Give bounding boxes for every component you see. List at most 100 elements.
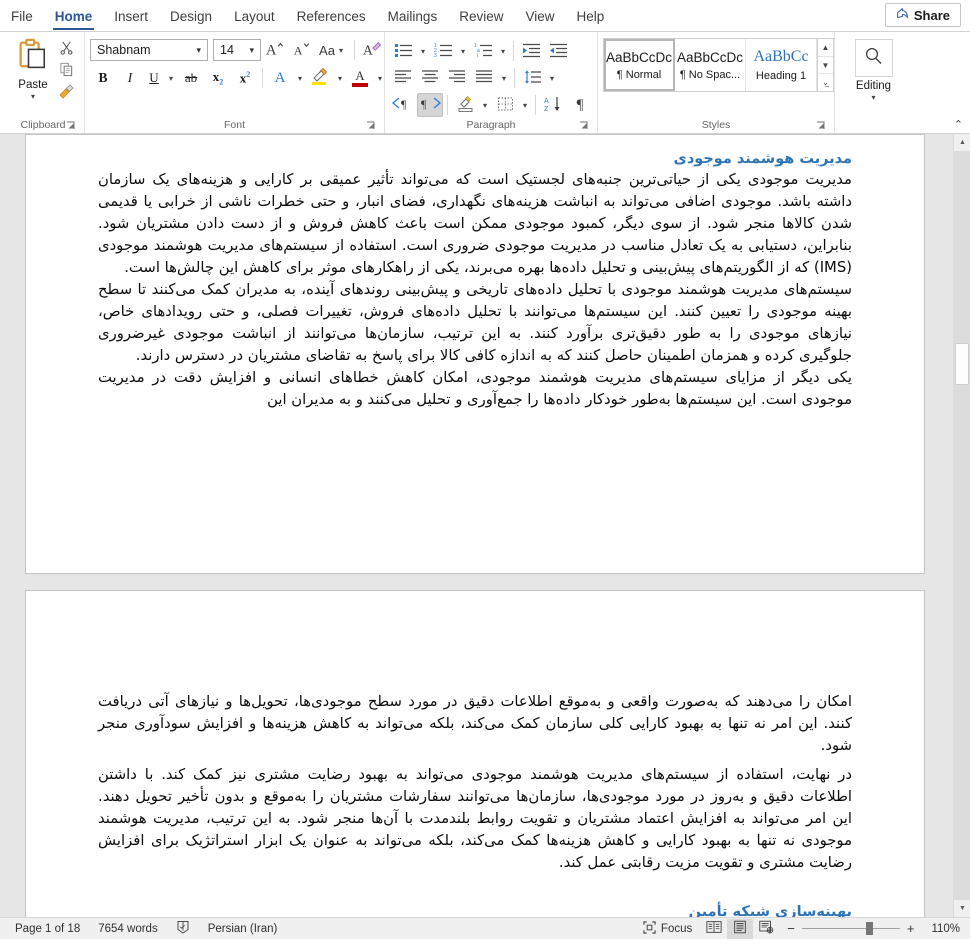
subscript-button[interactable]: x2 [205,66,231,90]
shrink-font-button[interactable]: A [289,38,315,62]
style-item-normal[interactable]: AaBbCcDc ¶ Normal [604,39,675,91]
status-word-count[interactable]: 7654 words [89,918,166,939]
zoom-slider[interactable]: − + [779,921,922,936]
divider [535,95,536,115]
show-formatting-marks-button[interactable]: ¶ [567,93,593,117]
underline-options-chevron-down-icon[interactable]: ▾ [165,74,177,83]
tab-review[interactable]: Review [448,1,514,31]
tab-references[interactable]: References [286,1,377,31]
highlight-chevron-down-icon[interactable]: ▾ [334,74,346,83]
align-left-button[interactable] [390,66,416,90]
paragraph-dialog-launcher[interactable] [579,121,590,132]
italic-button[interactable]: I [117,66,143,90]
status-proofing[interactable] [167,918,199,939]
chevron-down-icon[interactable]: ▾ [245,45,258,56]
font-name-combobox[interactable]: Shabnam ▾ [90,39,208,61]
text-effects-chevron-down-icon[interactable]: ▾ [294,74,306,83]
vertical-scrollbar[interactable]: ▲ ▼ [953,134,970,917]
line-spacing-button[interactable] [519,66,545,90]
increase-indent-icon [549,42,568,61]
multilevel-list-button[interactable]: 1ai [470,39,496,63]
strikethrough-button[interactable]: ab [178,66,204,90]
decrease-indent-button[interactable] [518,39,544,63]
tab-mailings[interactable]: Mailings [377,1,449,31]
chevron-down-icon[interactable]: ▾ [871,94,875,102]
font-dialog-launcher[interactable] [366,121,377,132]
rtl-text-direction-button[interactable]: ¶ [417,93,443,117]
zoom-out-button[interactable]: − [787,921,795,936]
borders-button[interactable] [492,93,518,117]
grow-font-button[interactable]: A [262,38,288,62]
scroll-up-button[interactable]: ▲ [954,134,970,151]
status-page-info[interactable]: Page 1 of 18 [6,918,89,939]
format-painter-button[interactable] [55,83,77,104]
line-spacing-chevron-down-icon[interactable]: ▾ [546,74,558,83]
share-button[interactable]: Share [884,3,961,27]
tab-view[interactable]: View [514,1,565,31]
numbering-button[interactable]: 123 [430,39,456,63]
bullets-chevron-down-icon[interactable]: ▾ [417,47,429,56]
tab-help[interactable]: Help [566,1,616,31]
style-item-no-spacing[interactable]: AaBbCcDc ¶ No Spac... [675,39,746,91]
web-layout-button[interactable] [753,919,779,939]
focus-label: Focus [660,922,693,935]
bold-button[interactable]: B [90,66,116,90]
multilevel-chevron-down-icon[interactable]: ▾ [497,47,509,56]
tab-design[interactable]: Design [159,1,223,31]
tab-insert[interactable]: Insert [103,1,159,31]
status-focus-button[interactable]: Focus [634,918,701,939]
scroll-down-button[interactable]: ▼ [954,900,970,917]
cut-button[interactable] [55,40,77,60]
zoom-level-button[interactable]: 110% [922,918,964,939]
shading-chevron-down-icon[interactable]: ▾ [479,101,491,110]
editing-button[interactable]: Editing ▾ [854,39,893,102]
clear-formatting-button[interactable]: A [359,38,385,62]
styles-more-button[interactable]: ⌄̲ [818,73,833,91]
font-size-combobox[interactable]: 14 ▾ [213,39,261,61]
styles-dialog-launcher[interactable] [816,121,827,132]
collapse-ribbon-button[interactable]: ⌃ [954,118,963,131]
scrollbar-thumb[interactable] [955,343,969,385]
chevron-down-icon[interactable]: ▾ [31,93,35,101]
borders-chevron-down-icon[interactable]: ▾ [519,101,531,110]
style-item-heading-1[interactable]: AaBbCc Heading 1 [746,39,817,91]
read-mode-button[interactable] [701,919,727,939]
status-bar: Page 1 of 18 7654 words Persian (Iran) F… [0,917,970,939]
status-language[interactable]: Persian (Iran) [199,918,287,939]
styles-gallery: AaBbCcDc ¶ Normal AaBbCcDc ¶ No Spac... … [603,38,834,92]
scrollbar-track[interactable] [954,151,970,900]
zoom-in-button[interactable]: + [907,921,915,936]
zoom-thumb[interactable] [865,922,873,935]
change-case-button[interactable]: Aa ▾ [316,38,350,62]
chevron-down-icon[interactable]: ▾ [192,45,205,56]
numbering-chevron-down-icon[interactable]: ▾ [457,47,469,56]
font-color-button[interactable]: A [347,66,373,90]
share-label: Share [913,7,950,23]
justify-button[interactable] [471,66,497,90]
superscript-button[interactable]: x2 [232,66,258,90]
align-center-button[interactable] [417,66,443,90]
underline-button[interactable]: U [144,66,164,90]
clipboard-dialog-launcher[interactable] [66,121,77,132]
increase-indent-button[interactable] [545,39,571,63]
align-right-button[interactable] [444,66,470,90]
text-effects-button[interactable]: A [267,66,293,90]
tab-file[interactable]: File [0,1,44,31]
print-layout-button[interactable] [727,918,754,939]
paste-button[interactable]: Paste ▾ [11,37,55,101]
chevron-down-icon[interactable]: ▾ [335,46,347,55]
styles-scroll-up-button[interactable]: ▲ [818,39,833,56]
document-canvas[interactable]: مدیریت هوشمند موجودی مدیریت موجودی یکی ا… [0,134,970,917]
ltr-text-direction-button[interactable]: ¶ [390,93,416,117]
copy-button[interactable] [55,62,77,82]
justify-chevron-down-icon[interactable]: ▾ [498,74,510,83]
highlight-button[interactable] [307,66,333,90]
tab-layout[interactable]: Layout [223,1,286,31]
find-button[interactable] [854,39,893,77]
tab-home[interactable]: Home [44,1,104,31]
shading-button[interactable] [452,93,478,117]
zoom-track[interactable] [801,922,900,935]
styles-scroll-down-button[interactable]: ▼ [818,55,833,74]
bullets-button[interactable] [390,39,416,63]
sort-button[interactable]: AZ [540,93,566,117]
